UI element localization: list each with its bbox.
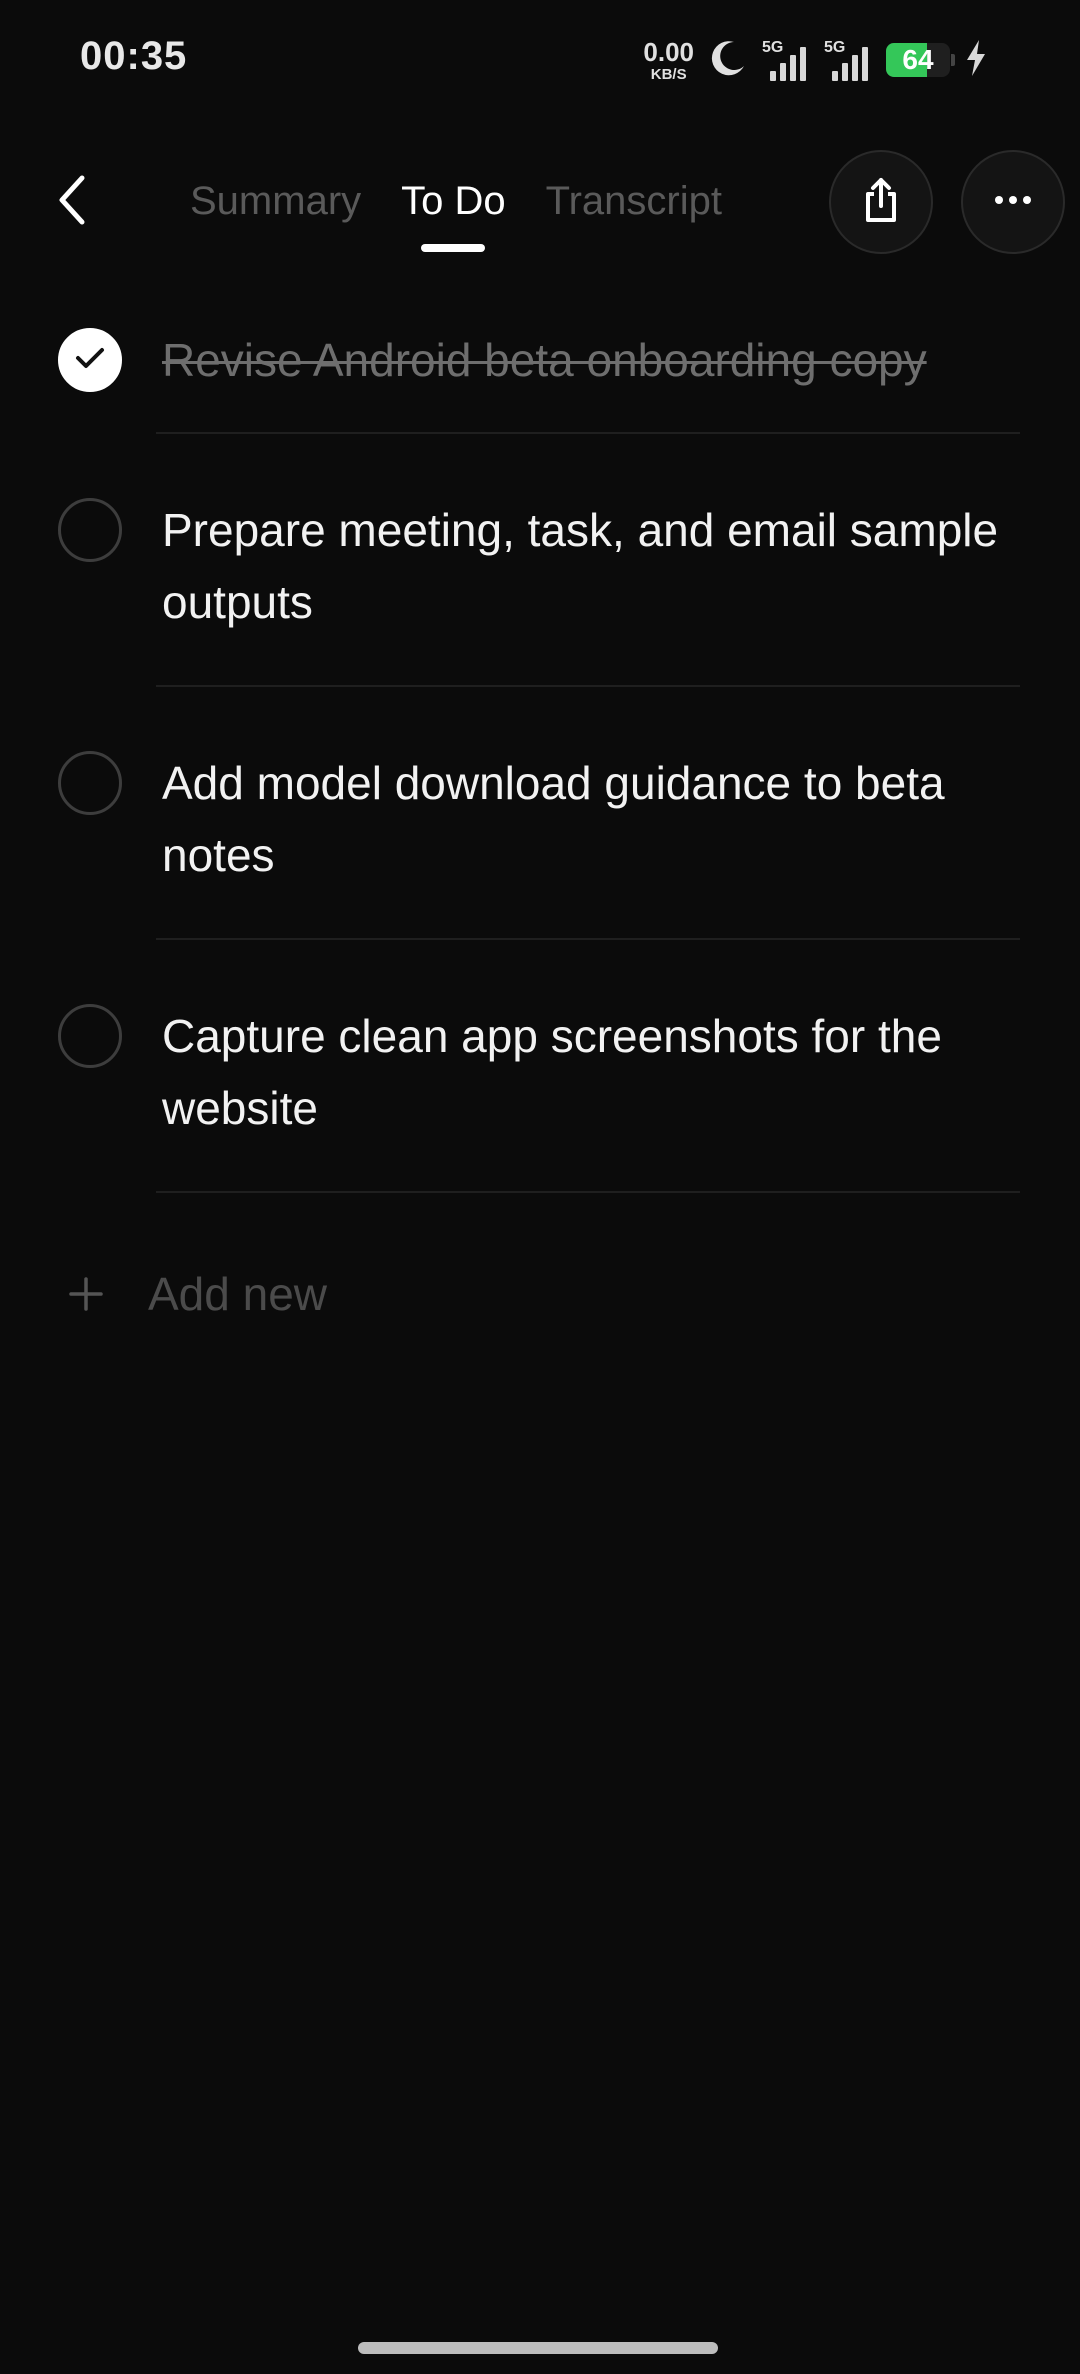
- top-bar: Summary To Do Transcript: [0, 140, 1080, 270]
- status-time: 00:35: [80, 34, 188, 78]
- battery-icon: 64: [886, 43, 955, 77]
- tab-label: To Do: [401, 179, 506, 223]
- network-speed-unit: KB/S: [650, 65, 687, 83]
- list-item: Revise Android beta onboarding copy: [0, 290, 1080, 434]
- task-text[interactable]: Prepare meeting, task, and email sample …: [162, 494, 1012, 638]
- task-text[interactable]: Capture clean app screenshots for the we…: [162, 1000, 1012, 1144]
- task-checkbox[interactable]: [58, 498, 122, 562]
- add-new-button[interactable]: Add new: [58, 1266, 327, 1322]
- share-button[interactable]: [829, 150, 933, 254]
- tab-label: Summary: [190, 179, 362, 223]
- list-item: Prepare meeting, task, and email sample …: [0, 434, 1080, 687]
- moon-icon: [708, 38, 748, 83]
- tab-bar: Summary To Do Transcript: [170, 170, 742, 252]
- charging-icon: [964, 38, 988, 83]
- more-options-button[interactable]: [961, 150, 1065, 254]
- task-text[interactable]: Revise Android beta onboarding copy: [162, 324, 1012, 396]
- status-bar: 00:35 0.00 KB/S 5G 5G 64: [0, 0, 1080, 120]
- home-indicator[interactable]: [358, 2342, 718, 2354]
- network-speed-value: 0.00: [643, 36, 694, 67]
- list-item: Capture clean app screenshots for the we…: [0, 940, 1080, 1193]
- signal-icon: 5G: [824, 39, 872, 81]
- share-icon: [859, 176, 903, 229]
- add-new-label: Add new: [148, 1268, 328, 1320]
- tab-label: Transcript: [545, 179, 722, 223]
- divider: [156, 1191, 1020, 1193]
- back-button[interactable]: [36, 166, 108, 238]
- active-tab-indicator: [421, 244, 486, 252]
- tab-transcript[interactable]: Transcript: [526, 170, 742, 232]
- task-text[interactable]: Add model download guidance to beta note…: [162, 747, 1012, 891]
- list-item: Add model download guidance to beta note…: [0, 687, 1080, 940]
- back-chevron-icon: [52, 172, 92, 233]
- task-checkbox-checked[interactable]: [58, 328, 122, 392]
- tab-summary[interactable]: Summary: [170, 170, 381, 232]
- task-checkbox[interactable]: [58, 1004, 122, 1068]
- battery-percent: 64: [902, 44, 934, 75]
- signal-icon: 5G: [762, 39, 810, 81]
- checkmark-icon: [74, 345, 106, 376]
- plus-icon: [58, 1266, 114, 1322]
- network-speed: 0.00 KB/S: [643, 39, 694, 82]
- status-icons: 0.00 KB/S 5G 5G 64: [643, 32, 988, 88]
- more-icon: [993, 193, 1033, 211]
- tab-to-do[interactable]: To Do: [381, 170, 526, 252]
- task-checkbox[interactable]: [58, 751, 122, 815]
